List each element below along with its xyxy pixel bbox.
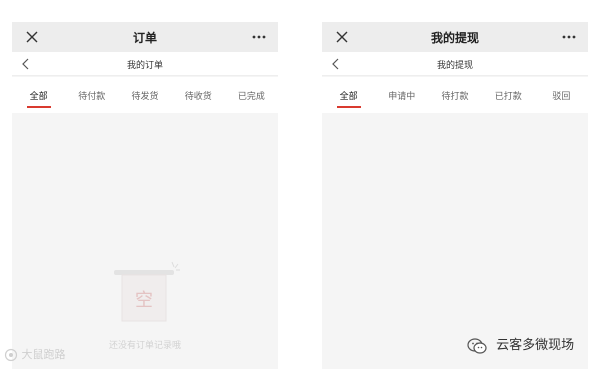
window-title: 我的提现	[430, 31, 479, 45]
tab-all[interactable]: 全部	[12, 77, 65, 113]
window-titlebar: 订单	[12, 22, 278, 52]
watermark-right-text: 云客多微现场	[496, 338, 575, 353]
window-titlebar: 我的提现	[322, 22, 588, 52]
tab-label: 待发货	[131, 92, 159, 102]
tab-pending-payout[interactable]: 待打款	[428, 77, 481, 113]
tab-label: 待付款	[78, 92, 106, 102]
tab-label: 待打款	[441, 92, 469, 102]
tab-pending-payment[interactable]: 待付款	[65, 77, 118, 113]
watermark-left: 大鼠跑路	[4, 346, 66, 362]
order-status-tabs: 全部 待付款 待发货 待收货 已完成	[12, 77, 278, 113]
orders-screen: 订单 我的订单 全部 待付款 待发货 待收货 已完成 空 还没有订单记录哦	[12, 22, 278, 369]
tab-rejected[interactable]: 驳回	[535, 77, 588, 113]
active-tab-indicator	[26, 106, 51, 108]
empty-box-illustration: 空	[114, 261, 180, 322]
page-navbar: 我的提现	[322, 52, 588, 76]
window-title: 订单	[132, 31, 157, 45]
tab-pending-receipt[interactable]: 待收货	[172, 77, 225, 113]
withdrawal-status-tabs: 全部 申请中 待打款 已打款 驳回	[322, 77, 588, 113]
tab-label: 全部	[339, 92, 358, 102]
page-navbar: 我的订单	[12, 52, 278, 76]
tab-label: 待收货	[184, 92, 212, 102]
tab-label: 驳回	[552, 92, 571, 102]
withdrawals-screen: 我的提现 我的提现 全部 申请中 待打款 已打款 驳回	[322, 22, 588, 369]
empty-glyph: 空	[135, 290, 153, 311]
tab-paid-out[interactable]: 已打款	[482, 77, 535, 113]
page-title: 我的订单	[126, 61, 163, 71]
page-title: 我的提现	[436, 61, 473, 71]
tab-completed[interactable]: 已完成	[225, 77, 278, 113]
tab-label: 全部	[29, 92, 48, 102]
tab-applying[interactable]: 申请中	[375, 77, 428, 113]
tab-label: 申请中	[388, 92, 416, 102]
tab-label: 已打款	[494, 92, 522, 102]
watermark-logo-icon	[4, 348, 18, 362]
watermark-left-text: 大鼠跑路	[21, 348, 66, 361]
tab-pending-shipment[interactable]: 待发货	[118, 77, 171, 113]
more-dots-icon[interactable]	[560, 28, 578, 46]
watermark-right: 云客多微现场	[466, 334, 574, 355]
order-list-area: 空 还没有订单记录哦	[12, 114, 278, 369]
tab-all[interactable]: 全部	[322, 77, 375, 113]
tab-label: 已完成	[237, 92, 265, 102]
more-dots-icon[interactable]	[250, 28, 268, 46]
wechat-logo-icon	[467, 337, 487, 354]
withdrawal-list-area	[322, 114, 588, 369]
active-tab-indicator	[336, 106, 361, 108]
